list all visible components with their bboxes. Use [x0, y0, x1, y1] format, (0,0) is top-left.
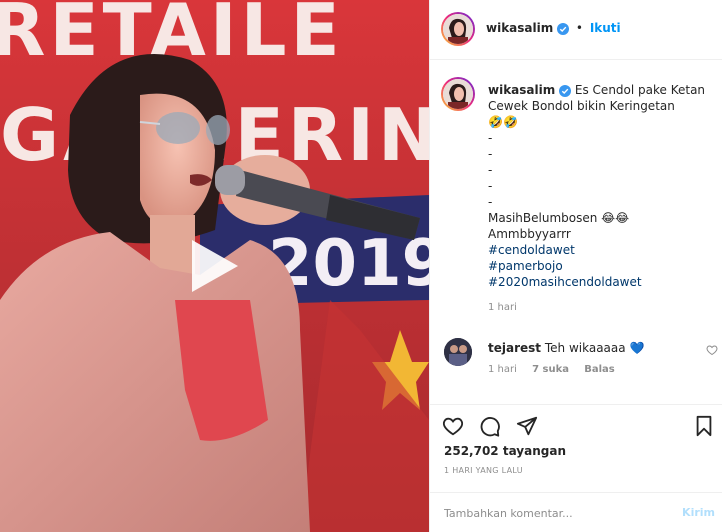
verified-badge-icon — [557, 22, 570, 35]
commenter-avatar[interactable] — [444, 338, 472, 366]
caption-line-3: 🤣🤣 — [488, 115, 518, 129]
header-username[interactable]: wikasalim — [486, 21, 553, 35]
post-timestamp[interactable]: 1 HARI YANG LALU — [444, 466, 523, 475]
post-comment-button[interactable]: Kirim — [682, 506, 715, 519]
comment-meta: 1 hari 7 suka Balas — [488, 364, 615, 375]
play-icon[interactable] — [186, 236, 242, 296]
comment-icon[interactable] — [479, 415, 501, 437]
add-comment-bar: Kirim — [430, 492, 722, 532]
caption-dash: - — [488, 179, 493, 193]
action-bar — [430, 404, 722, 444]
view-count[interactable]: 252,702 tayangan — [444, 444, 566, 458]
share-icon[interactable] — [516, 415, 538, 437]
caption-avatar[interactable] — [443, 79, 473, 109]
comment-input[interactable] — [444, 503, 664, 523]
caption-dash: - — [488, 131, 493, 145]
heart-icon[interactable] — [442, 415, 464, 437]
hashtag-link[interactable]: #2020masihcendoldawet — [488, 274, 710, 290]
post-panel: wikasalim • Ikuti wikasalim Es Cendol pa… — [429, 0, 722, 532]
comment-text: Teh wikaaaaa — [544, 341, 626, 355]
header-user-row: wikasalim • Ikuti — [486, 21, 621, 35]
comment-body: tejarest Teh wikaaaaa 💙 — [488, 340, 644, 356]
comment-time[interactable]: 1 hari — [488, 364, 517, 375]
caption-dash: - — [488, 147, 493, 161]
hashtag-link[interactable]: #pamerbojo — [488, 258, 710, 274]
follow-button[interactable]: Ikuti — [590, 21, 621, 35]
video-player[interactable]: RETAILE GATHERIN 2019 — [0, 0, 429, 532]
verified-badge-icon — [559, 84, 572, 97]
hashtag-link[interactable]: #cendoldawet — [488, 242, 710, 258]
reply-button[interactable]: Balas — [584, 364, 615, 375]
caption-dash: - — [488, 195, 493, 209]
like-comment-icon[interactable] — [706, 344, 718, 356]
profile-photo-icon — [444, 338, 472, 366]
profile-photo-icon — [443, 14, 473, 44]
blue-heart-emoji: 💙 — [629, 341, 645, 355]
caption-line-5: Ammbbyyarrr — [488, 227, 571, 241]
comment-likes[interactable]: 7 suka — [532, 364, 569, 375]
caption-dash: - — [488, 163, 493, 177]
caption-avatar-ring[interactable] — [441, 77, 475, 111]
avatar-ring[interactable] — [441, 12, 475, 46]
caption-line-1: Es Cendol pake Ketan — [574, 83, 706, 97]
caption-line-4: MasihBelumbosen 😂😂 — [488, 211, 630, 225]
bookmark-icon[interactable] — [694, 415, 714, 437]
header-separator: • — [575, 21, 583, 35]
post-header: wikasalim • Ikuti — [430, 0, 722, 60]
caption-username[interactable]: wikasalim — [488, 83, 555, 97]
profile-photo-icon — [443, 79, 473, 109]
caption-time[interactable]: 1 hari — [488, 300, 710, 316]
post-caption: wikasalim Es Cendol pake Ketan Cewek Bon… — [488, 82, 710, 316]
avatar[interactable] — [443, 14, 473, 44]
commenter-username[interactable]: tejarest — [488, 341, 541, 355]
caption-line-2: Cewek Bondol bikin Keringetan — [488, 99, 675, 113]
